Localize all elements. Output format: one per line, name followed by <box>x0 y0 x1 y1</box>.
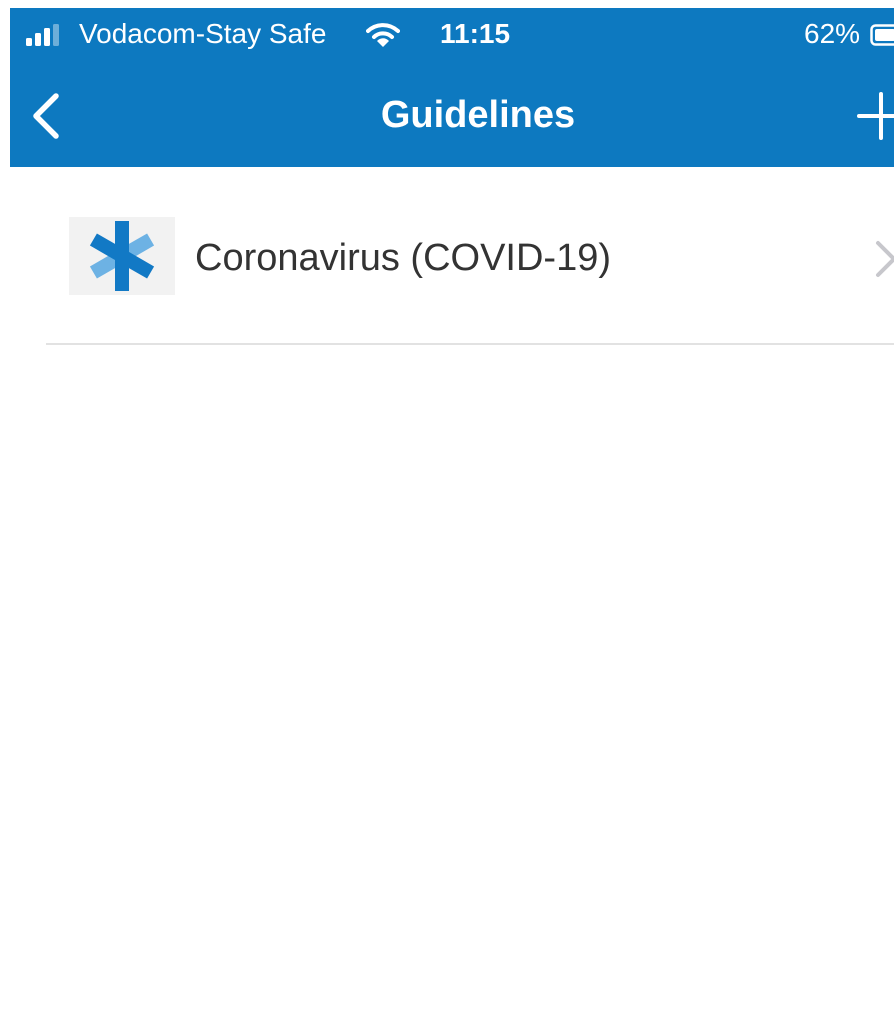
list-item-label: Coronavirus (COVID-19) <box>195 237 611 279</box>
medical-star-icon <box>69 217 175 295</box>
screen: Vodacom-Stay Safe 11:15 62% Guidelines C… <box>0 0 894 1027</box>
battery-percent: 62% <box>804 18 861 49</box>
status-time: 11:15 <box>440 18 511 49</box>
guidelines-list: Coronavirus (COVID-19) <box>0 167 894 345</box>
battery-icon <box>870 24 894 46</box>
divider <box>46 343 894 345</box>
nav-bar: Guidelines <box>10 80 894 148</box>
plus-icon[interactable] <box>856 88 894 144</box>
status-bar: Vodacom-Stay Safe 11:15 62% <box>10 8 894 60</box>
chevron-right-icon <box>876 241 894 277</box>
list-item-coronavirus[interactable]: Coronavirus (COVID-19) <box>0 167 894 345</box>
app-header: Vodacom-Stay Safe 11:15 62% Guidelines <box>10 8 894 167</box>
page-title: Guidelines <box>380 94 576 136</box>
carrier-name: Vodacom-Stay Safe <box>79 18 327 49</box>
wifi-icon <box>366 23 400 47</box>
signal-icon <box>26 24 59 46</box>
